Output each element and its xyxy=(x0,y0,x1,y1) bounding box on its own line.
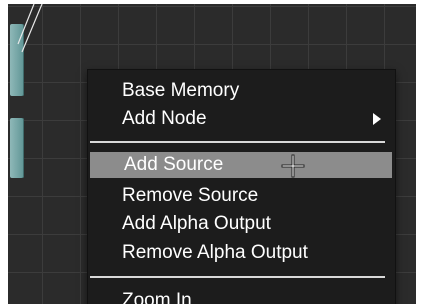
menu-item-label: Add Source xyxy=(124,154,224,175)
menu-item-base-memory[interactable]: Base Memory xyxy=(88,78,391,104)
menu-separator xyxy=(90,141,385,143)
menu-separator xyxy=(90,276,385,278)
node-connector-bottom[interactable] xyxy=(10,118,24,178)
menu-item-label: Add Alpha Output xyxy=(122,213,271,234)
submenu-arrow-icon xyxy=(373,113,381,125)
menu-item-add-node[interactable]: Add Node xyxy=(88,106,391,132)
menu-item-zoom-in[interactable]: Zoom In xyxy=(88,288,391,304)
menu-item-label: Zoom In xyxy=(122,290,192,304)
crosshair-cursor-icon xyxy=(281,154,305,178)
connection-wires xyxy=(17,4,43,53)
menu-item-label: Add Node xyxy=(122,108,207,129)
screenshot-stage: Base Memory Add Node Add Source Remove S… xyxy=(0,0,430,304)
menu-item-remove-alpha-output[interactable]: Remove Alpha Output xyxy=(88,240,391,266)
menu-item-label: Remove Source xyxy=(122,185,259,206)
wire-line-1 xyxy=(17,4,35,45)
menu-item-add-alpha-output[interactable]: Add Alpha Output xyxy=(88,211,391,237)
menu-item-label: Base Memory xyxy=(122,80,240,101)
menu-item-add-source[interactable]: Add Source xyxy=(90,152,392,178)
menu-item-remove-source[interactable]: Remove Source xyxy=(88,183,391,209)
menu-item-label: Remove Alpha Output xyxy=(122,242,308,263)
context-menu: Base Memory Add Node Add Source Remove S… xyxy=(87,69,396,304)
